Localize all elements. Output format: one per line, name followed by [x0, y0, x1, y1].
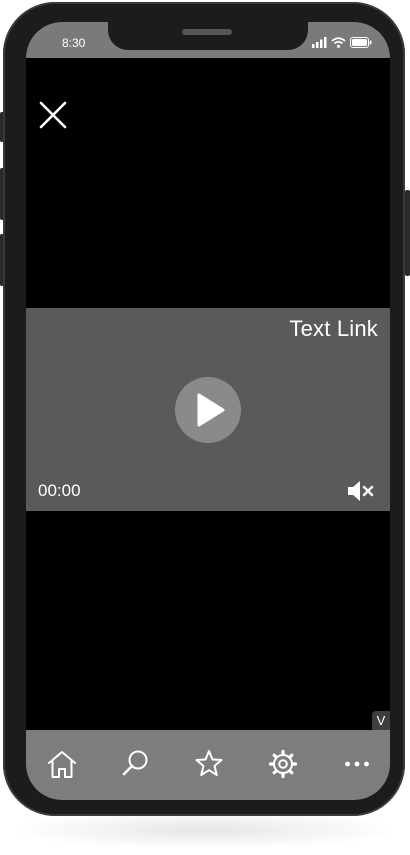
phone-frame: 8:30 Text Link 00:00 V: [3, 2, 405, 816]
status-time: 8:30: [62, 36, 86, 50]
gear-icon: [268, 749, 298, 779]
battery-icon: [350, 36, 372, 48]
notch: [108, 22, 308, 50]
power-button: [405, 190, 410, 276]
speaker-grille: [182, 29, 232, 35]
nav-home[interactable]: [44, 746, 80, 782]
bottom-nav: [26, 730, 390, 800]
search-icon: [122, 750, 148, 776]
close-icon: [39, 101, 67, 129]
phone-screen: 8:30 Text Link 00:00 V: [26, 22, 390, 800]
text-link[interactable]: Text Link: [289, 316, 378, 342]
play-icon: [197, 393, 225, 427]
more-icon: [345, 761, 369, 767]
phone-shadow: [20, 812, 390, 848]
nav-favorites[interactable]: [191, 746, 227, 782]
home-icon: [48, 751, 76, 778]
video-player[interactable]: Text Link 00:00: [26, 308, 390, 511]
nav-settings[interactable]: [265, 746, 301, 782]
signal-icon: [312, 36, 327, 48]
play-button[interactable]: [175, 377, 241, 443]
mute-button[interactable]: [346, 478, 376, 504]
video-time: 00:00: [38, 481, 81, 500]
close-button[interactable]: [38, 100, 68, 130]
nav-search[interactable]: [118, 746, 154, 782]
mute-icon: [348, 481, 374, 501]
nav-more[interactable]: [339, 746, 375, 782]
wifi-icon: [331, 36, 346, 48]
v-badge[interactable]: V: [372, 711, 390, 730]
star-icon: [195, 750, 223, 776]
status-icons: [312, 35, 372, 49]
